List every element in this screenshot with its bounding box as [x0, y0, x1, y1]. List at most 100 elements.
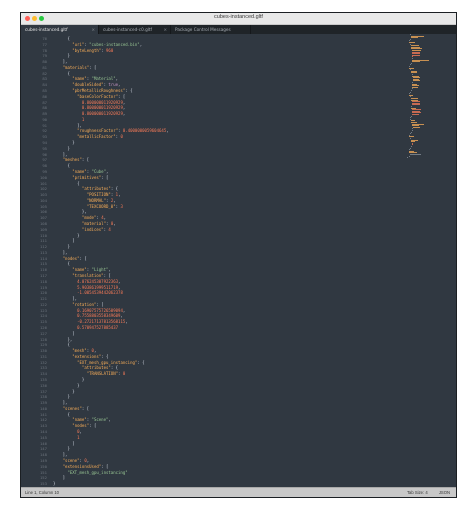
code-line[interactable]: "name": "Material", [53, 76, 118, 81]
code-line[interactable]: ], [53, 250, 68, 255]
code-line[interactable]: 1 [53, 117, 84, 122]
code-line[interactable]: "attributes": { [53, 186, 118, 191]
close-tab-icon[interactable]: × [163, 25, 167, 34]
code-line[interactable]: "byteLength": 960 [53, 48, 113, 53]
code-area[interactable]: { "uri": "cubes-instanced.bin", "byteLen… [53, 34, 403, 487]
minimap-line [413, 126, 421, 128]
code-line[interactable]: ], [53, 400, 68, 405]
code-line[interactable]: "primitives": [ [53, 175, 108, 180]
code-line[interactable]: "material": 0, [53, 221, 116, 226]
code-line[interactable]: ], [53, 452, 68, 457]
code-line[interactable]: 0, [53, 429, 82, 434]
code-line[interactable]: "uri": "cubes-instanced.bin", [53, 42, 142, 47]
code-line[interactable]: ] [53, 331, 74, 336]
code-line[interactable]: "indices": 4 [53, 227, 111, 232]
minimap-line [407, 157, 408, 159]
code-line[interactable]: { [53, 36, 69, 41]
code-line[interactable]: "TEXCOORD_0": 3 [53, 204, 123, 209]
syntax-mode[interactable]: JSON [439, 490, 450, 495]
code-line[interactable]: 0.7558803558349609, [53, 313, 123, 318]
code-line[interactable]: } [53, 446, 69, 451]
code-line[interactable]: "EXT_mesh_gpu_instancing" [53, 470, 127, 475]
code-line[interactable]: "rotation": [ [53, 302, 103, 307]
code-line[interactable]: "meshes": [ [53, 157, 90, 162]
code-line[interactable]: "extensionsUsed": [ [53, 464, 109, 469]
code-line[interactable]: "name": "Light", [53, 267, 111, 272]
code-line[interactable]: "scenes": [ [53, 406, 90, 411]
code-line[interactable]: } [53, 377, 84, 382]
code-line[interactable]: } [53, 244, 69, 249]
code-editor[interactable]: 76 77 78 79 80 81 82 83 84 85 86 87 88 89 90 91 92 93 94 95… [21, 34, 456, 487]
tab-label: cubes-instanced.gltf [25, 27, 68, 32]
tab-cubes-instanced-c0[interactable]: cubes-instanced-c0.gltf × [99, 25, 171, 34]
code-line[interactable]: "EXT_mesh_gpu_instancing": { [53, 360, 144, 365]
code-line[interactable]: { [53, 181, 79, 186]
close-tab-icon[interactable]: × [91, 25, 95, 34]
code-line[interactable]: }, [53, 209, 87, 214]
line-number: 125 [39, 319, 47, 325]
code-line[interactable]: } [53, 394, 69, 399]
minimap-line [409, 64, 411, 66]
code-line[interactable]: "mode": 4, [53, 215, 106, 220]
code-line[interactable]: { [53, 163, 69, 168]
minimap[interactable] [407, 34, 445, 164]
line-number: 106 [39, 209, 47, 215]
tab-cubes-instanced[interactable]: cubes-instanced.gltf × [21, 25, 99, 34]
code-line[interactable]: } [53, 53, 69, 58]
code-line[interactable]: "pbrMetallicRoughness": { [53, 88, 132, 93]
code-line[interactable]: "nodes": [ [53, 423, 96, 428]
code-line[interactable]: "NORMAL": 2, [53, 198, 116, 203]
code-line[interactable]: "doubleSided": true, [53, 82, 120, 87]
code-line[interactable]: ], [53, 296, 77, 301]
line-number: 78 [42, 47, 47, 53]
code-line[interactable]: -0.27217137813568115, [53, 319, 128, 324]
code-line[interactable]: 0.570947527885437 [53, 325, 118, 330]
code-line[interactable]: ] [53, 441, 74, 446]
code-line[interactable]: { [53, 71, 69, 76]
code-line[interactable]: }, [53, 337, 72, 342]
code-line[interactable]: } [53, 233, 79, 238]
code-line[interactable]: "name": "Scene", [53, 417, 111, 422]
code-line[interactable]: 0.800000011920929, [53, 105, 125, 110]
tab-size[interactable]: Tab Size: 4 [407, 490, 428, 495]
code-line[interactable]: 0.800000011920929, [53, 100, 125, 105]
code-line[interactable]: 0.16907575726509094, [53, 308, 125, 313]
code-line[interactable]: ], [53, 59, 68, 64]
code-line[interactable]: "TRANSLATION": 0 [53, 371, 126, 376]
code-line[interactable]: ] [53, 238, 74, 243]
code-line[interactable]: "scene": 0, [53, 458, 90, 463]
code-line[interactable]: { [53, 342, 69, 347]
code-line[interactable]: } [53, 146, 69, 151]
code-line[interactable]: ] [53, 475, 65, 480]
cursor-position[interactable]: Line 1, Column 10 [25, 490, 59, 495]
code-line[interactable]: "nodes": [ [53, 256, 87, 261]
code-line[interactable]: -1.0054539442062378 [53, 290, 123, 295]
code-line[interactable]: "materials": [ [53, 65, 97, 70]
code-line[interactable]: } [53, 383, 79, 388]
code-line[interactable]: ], [53, 123, 82, 128]
code-line[interactable]: { [53, 412, 69, 417]
code-line[interactable]: 1 [53, 435, 79, 440]
line-number: 107 [39, 215, 47, 221]
code-line[interactable]: } [53, 481, 55, 486]
code-line[interactable]: "attributes": { [53, 365, 118, 370]
code-line[interactable]: { [53, 261, 69, 266]
code-line[interactable]: "mesh": 0, [53, 348, 96, 353]
code-line[interactable]: "POSITION": 1, [53, 192, 121, 197]
line-number: 121 [39, 296, 47, 302]
tab-package-control-messages[interactable]: Package Control Messages [171, 25, 251, 34]
code-line[interactable]: "translation": [ [53, 273, 111, 278]
code-line[interactable]: 5.903861999511719, [53, 285, 120, 290]
code-line[interactable]: 0.800000011920929, [53, 111, 125, 116]
code-line[interactable]: "extensions": { [53, 354, 108, 359]
code-line[interactable]: "baseColorFactor": [ [53, 94, 125, 99]
code-line[interactable]: ], [53, 152, 68, 157]
code-line[interactable]: "name": "Cube", [53, 169, 108, 174]
code-line[interactable]: 4.076245307922363, [53, 279, 120, 284]
code-line[interactable]: } [53, 140, 74, 145]
code-line[interactable]: } [53, 389, 74, 394]
code-line[interactable]: "roughnessFactor": 0.4000000059604645, [53, 128, 169, 133]
code-line[interactable]: "metallicFactor": 0 [53, 134, 123, 139]
line-number: 133 [39, 365, 47, 371]
minimap-line [412, 56, 414, 58]
